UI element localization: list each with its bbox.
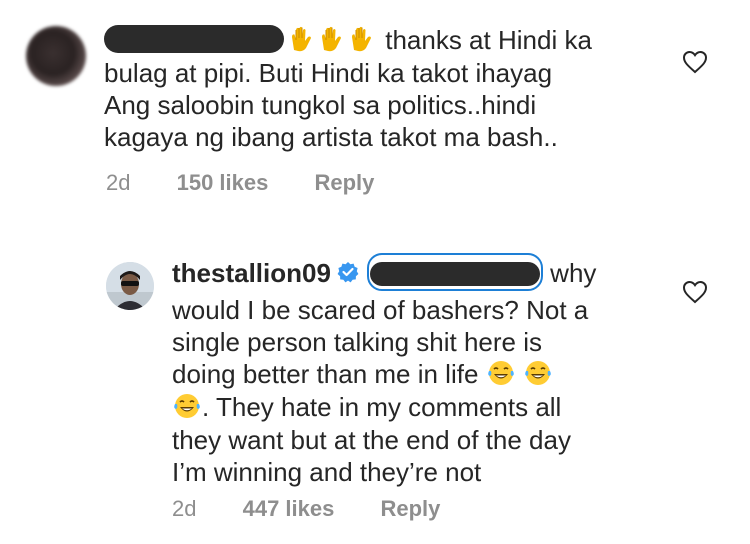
comment-text-line: doing better than me in life xyxy=(172,359,479,389)
timestamp: 2d xyxy=(172,496,197,521)
comment-text-line: why xyxy=(550,257,597,288)
comment-text-line: single person talking shit here is xyxy=(172,327,542,357)
tears-of-joy-emoji xyxy=(525,361,551,386)
tears-of-joy-emoji xyxy=(174,394,200,419)
comment-text-line: they want but at the end of the day xyxy=(172,425,571,456)
comment-text-line: would I be scared of bashers? Not a xyxy=(172,295,589,325)
person-icon xyxy=(106,262,154,310)
likes-count[interactable]: 447 likes xyxy=(243,496,335,522)
comment-2: thestallion09 why would I be scared of b… xyxy=(0,0,750,544)
tears-of-joy-emoji xyxy=(487,361,514,386)
username[interactable]: thestallion09 xyxy=(172,258,331,288)
redacted-mention[interactable] xyxy=(366,253,543,291)
comment-text-line: I’m winning and they’re not xyxy=(172,457,482,488)
comment-text: thestallion09 why would I be scared of b… xyxy=(172,253,597,488)
verified-badge-icon xyxy=(337,262,359,283)
reply-button[interactable]: Reply xyxy=(380,496,440,522)
avatar[interactable] xyxy=(106,262,154,310)
heart-icon[interactable] xyxy=(682,280,708,304)
comment-meta: 2d 447 likes Reply xyxy=(172,496,480,522)
comment-text-line: . They hate in my comments all xyxy=(202,392,562,423)
